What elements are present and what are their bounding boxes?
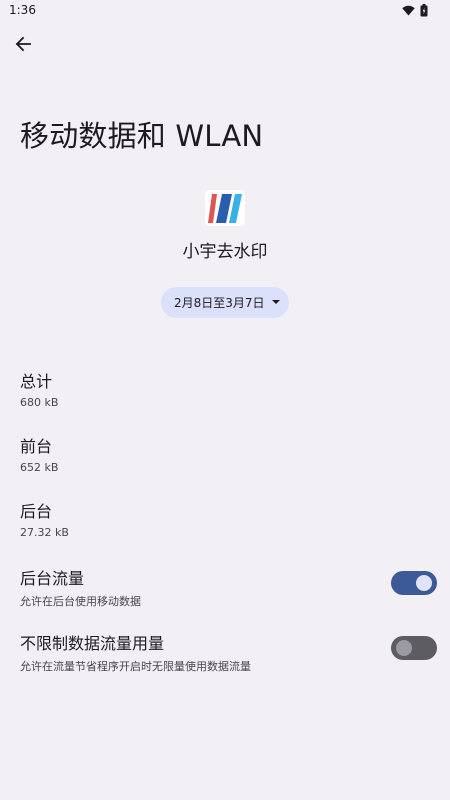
app-name: 小宇去水印 (182, 242, 268, 262)
app-icon[interactable] (205, 190, 245, 226)
stat-total-value: 680 kB (20, 396, 59, 409)
wifi-icon (402, 5, 415, 16)
stat-total-title: 总计 (20, 372, 53, 391)
stat-total: 总计 680 kB (20, 368, 58, 409)
background-data-title: 后台流量 (20, 569, 85, 588)
battery-icon (420, 4, 428, 17)
back-button[interactable] (10, 31, 36, 57)
date-range-dropdown[interactable]: 2月8日至3月7日 (161, 287, 289, 318)
background-data-subtitle: 允许在后台使用移动数据 (20, 595, 141, 608)
stat-foreground-value: 652 kB (20, 461, 59, 474)
unrestricted-data-row[interactable]: 不限制数据流量用量 允许在流量节省程序开启时无限量使用数据流量 (20, 630, 440, 674)
unrestricted-data-subtitle: 允许在流量节省程序开启时无限量使用数据流量 (20, 660, 251, 673)
toggle-knob (416, 575, 432, 591)
status-icons (402, 4, 428, 17)
stat-foreground: 前台 652 kB (20, 433, 58, 474)
page-title: 移动数据和 WLAN (20, 119, 264, 153)
dropdown-arrow-icon (272, 300, 280, 304)
toggle-knob (396, 640, 412, 656)
stat-foreground-title: 前台 (20, 437, 53, 456)
unrestricted-data-toggle[interactable] (391, 636, 437, 660)
status-time: 1:36 (9, 3, 36, 17)
stat-background-value: 27.32 kB (20, 526, 69, 539)
unrestricted-data-title: 不限制数据流量用量 (20, 634, 165, 653)
background-data-toggle[interactable] (391, 571, 437, 595)
arrow-left-icon (15, 36, 31, 52)
date-range-label: 2月8日至3月7日 (174, 296, 265, 310)
stat-background-title: 后台 (20, 502, 53, 521)
background-data-row[interactable]: 后台流量 允许在后台使用移动数据 (20, 565, 440, 609)
stat-background: 后台 27.32 kB (20, 498, 69, 539)
status-bar: 1:36 (0, 0, 450, 22)
